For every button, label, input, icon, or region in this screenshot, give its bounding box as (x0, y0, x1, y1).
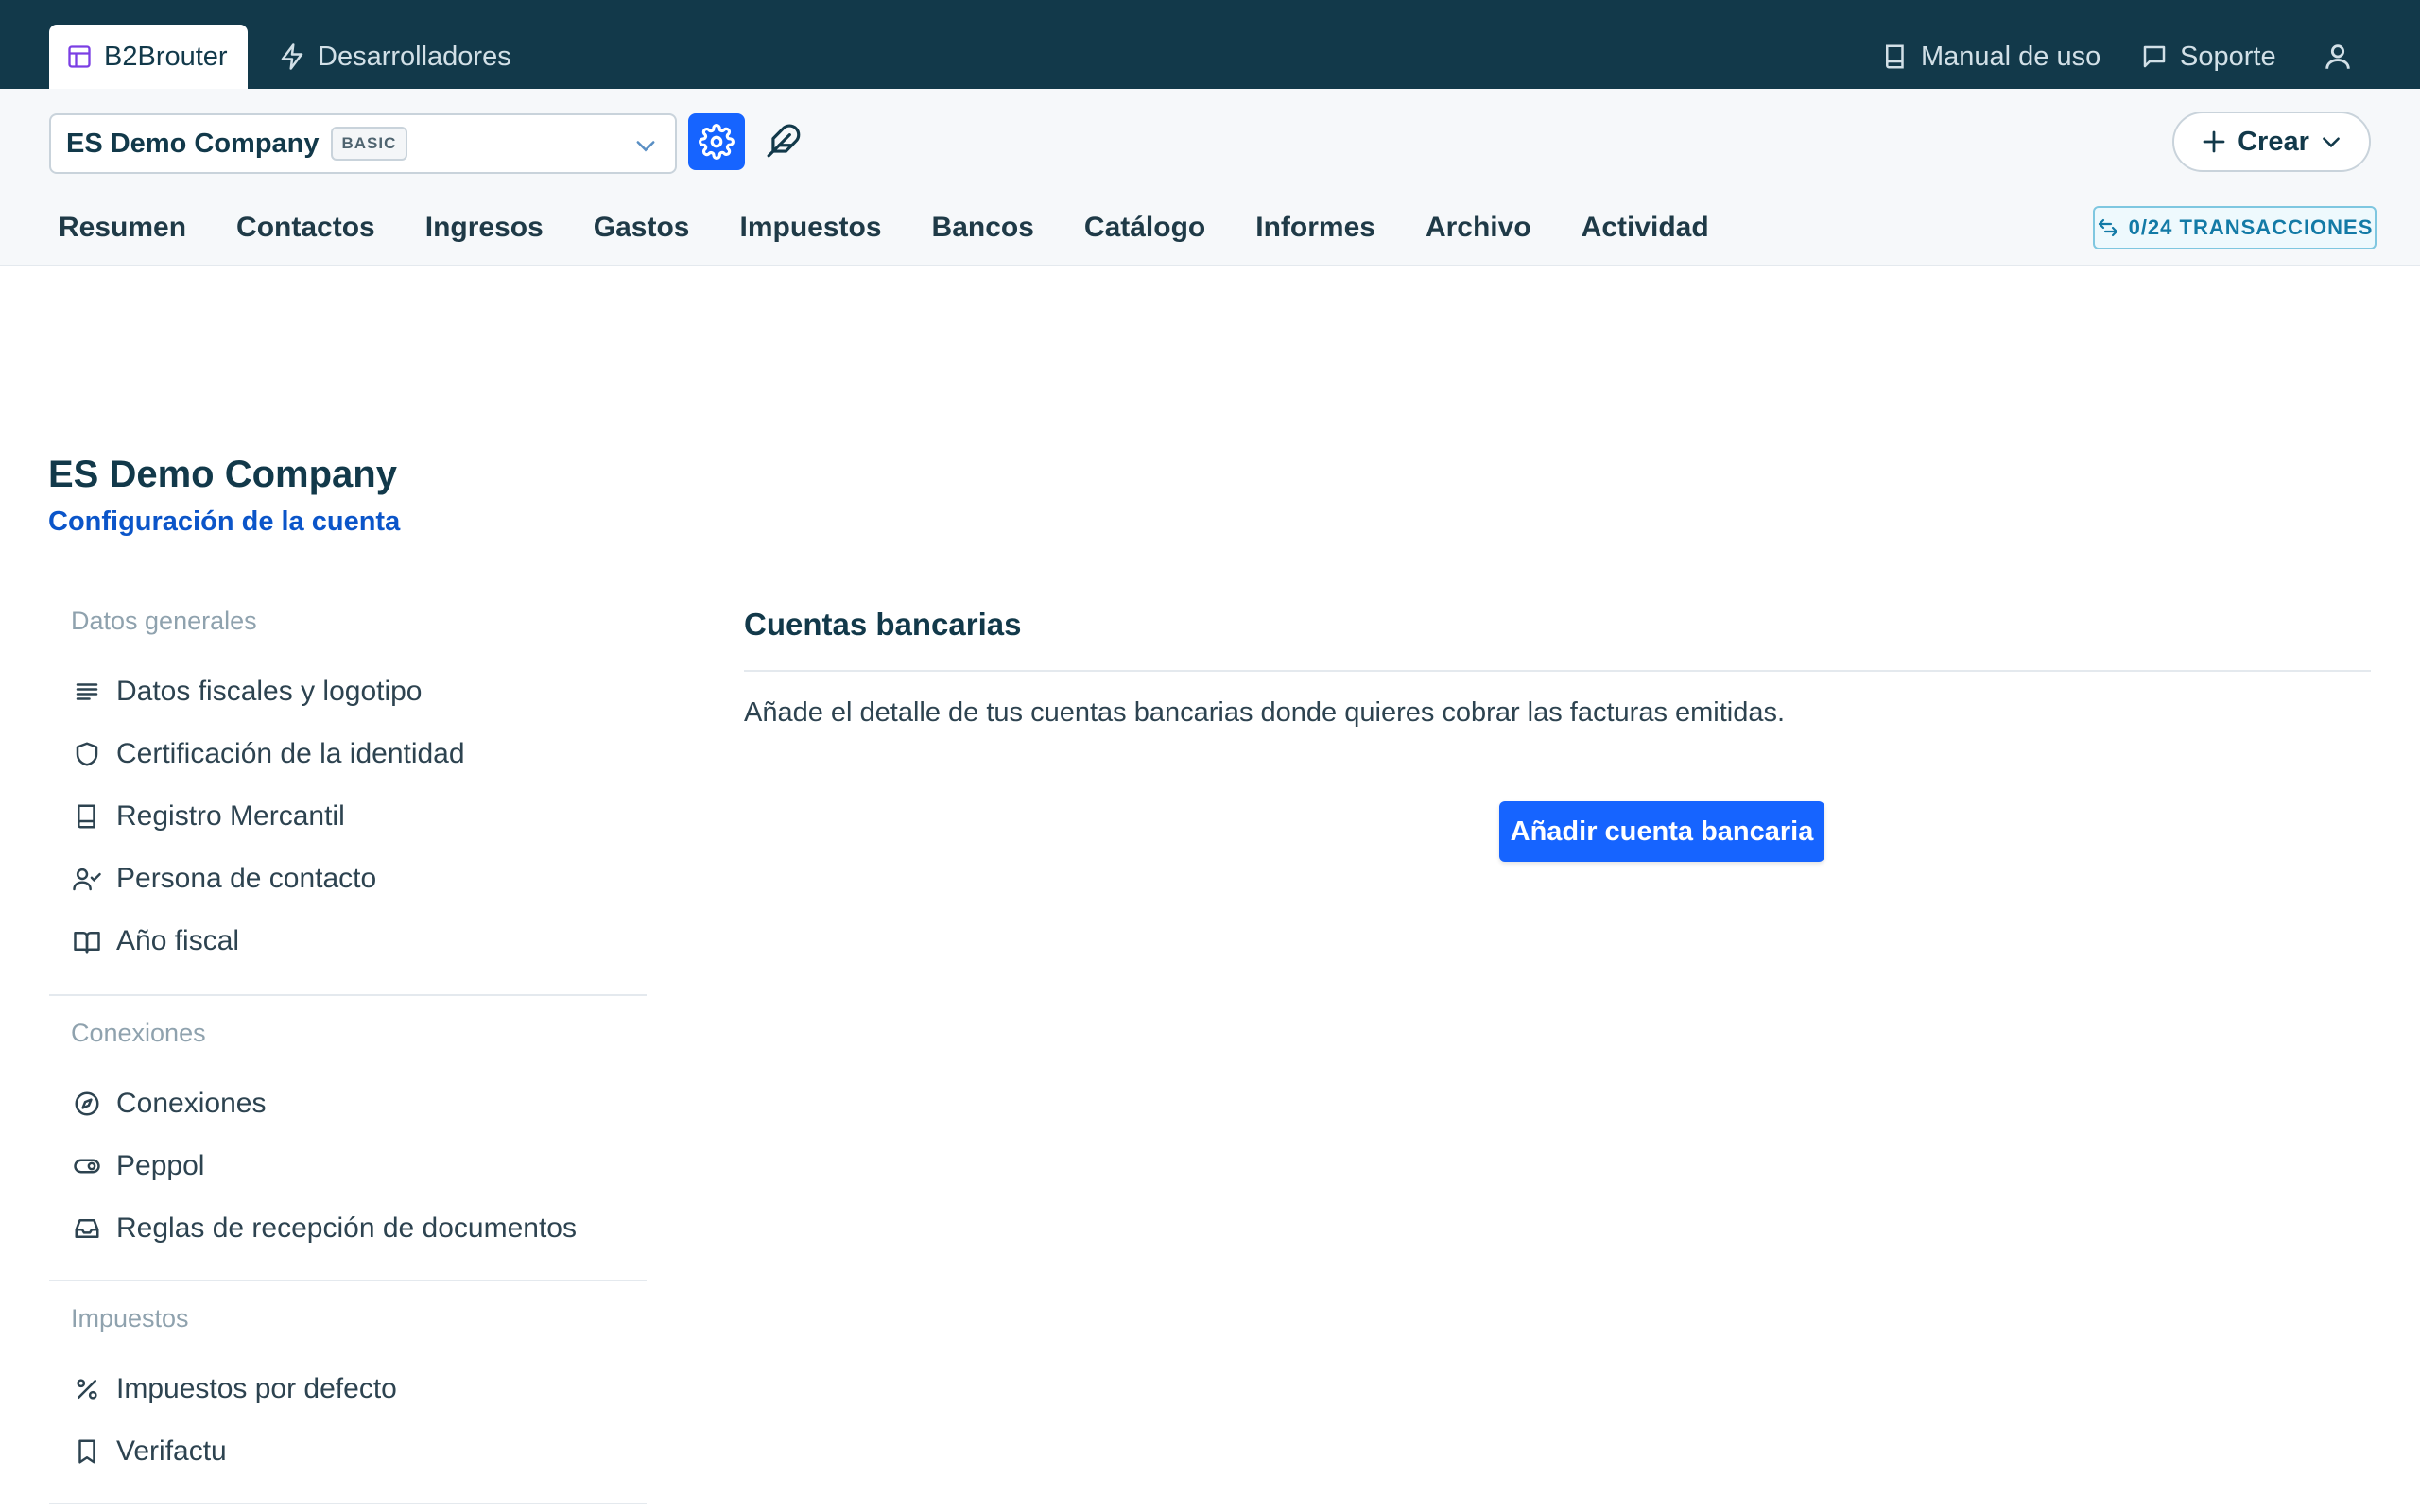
section-heading: Cuentas bancarias (744, 607, 1022, 642)
crear-label: Crear (2238, 126, 2309, 157)
nav-gastos[interactable]: Gastos (594, 212, 690, 244)
tab-label: Desarrolladores (318, 41, 511, 72)
section-description: Añade el detalle de tus cuentas bancaria… (744, 697, 1786, 728)
nav-resumen[interactable]: Resumen (59, 212, 186, 244)
compass-icon (71, 1088, 103, 1120)
open-book-icon (71, 925, 103, 957)
nav-bancos[interactable]: Bancos (932, 212, 1034, 244)
main-nav: Resumen Contactos Ingresos Gastos Impues… (59, 212, 1709, 244)
transactions-badge[interactable]: 0/24 TRANSACCIONES (2093, 206, 2377, 249)
nav-ingresos[interactable]: Ingresos (425, 212, 544, 244)
section-divider (49, 1503, 647, 1504)
add-bank-account-button[interactable]: Añadir cuenta bancaria (1499, 801, 1824, 862)
sidebar-item-verifactu[interactable]: Verifactu (71, 1431, 227, 1472)
shield-icon (71, 738, 103, 770)
chat-icon (2140, 43, 2169, 71)
nav-actividad[interactable]: Actividad (1582, 212, 1709, 244)
sidebar-item-peppol[interactable]: Peppol (71, 1145, 204, 1187)
sidebar-item-label: Certificación de la identidad (116, 738, 465, 769)
user-menu-button[interactable] (2322, 28, 2354, 85)
chevron-down-icon (631, 132, 660, 159)
page-title: ES Demo Company (48, 454, 397, 495)
sidebar-item-label: Impuestos por defecto (116, 1373, 397, 1404)
bookmark-icon (71, 1435, 103, 1468)
sidebar-item-label: Reglas de recepción de documentos (116, 1212, 577, 1244)
manual-label: Manual de uso (1921, 41, 2101, 72)
sidebar-item-label: Persona de contacto (116, 863, 377, 894)
nav-catalogo[interactable]: Catálogo (1084, 212, 1205, 244)
feather-icon (766, 123, 802, 159)
chevron-down-icon (2319, 129, 2343, 154)
sidebar-item-datos-fiscales[interactable]: Datos fiscales y logotipo (71, 671, 423, 713)
sidebar-item-label: Peppol (116, 1150, 205, 1181)
nav-informes[interactable]: Informes (1255, 212, 1375, 244)
section-title-datos-generales: Datos generales (71, 607, 257, 635)
heading-divider (744, 670, 2371, 672)
soporte-link[interactable]: Soporte (2140, 28, 2276, 85)
page-subtitle[interactable]: Configuración de la cuenta (48, 507, 400, 538)
percent-icon (71, 1373, 103, 1405)
sidebar-item-label: Datos fiscales y logotipo (116, 676, 423, 707)
lightning-icon (278, 43, 306, 71)
company-selector[interactable]: ES Demo Company BASIC (49, 113, 677, 174)
sidebar-item-registro-mercantil[interactable]: Registro Mercantil (71, 796, 345, 837)
company-name: ES Demo Company (66, 128, 320, 159)
top-bar: B2Brouter Desarrolladores Manual de uso … (0, 0, 2420, 89)
inbox-icon (71, 1212, 103, 1245)
arrows-exchange-icon (2097, 216, 2119, 239)
nav-contactos[interactable]: Contactos (236, 212, 375, 244)
nav-impuestos[interactable]: Impuestos (740, 212, 882, 244)
user-icon (2322, 41, 2354, 73)
sidebar-item-label: Conexiones (116, 1088, 267, 1119)
gear-icon (699, 124, 735, 160)
sidebar-item-conexiones[interactable]: Conexiones (71, 1083, 266, 1125)
tab-b2brouter[interactable]: B2Brouter (49, 25, 248, 89)
lines-icon (71, 676, 103, 708)
plan-badge: BASIC (330, 127, 408, 161)
settings-button[interactable] (688, 113, 745, 170)
sidebar-item-label: Verifactu (116, 1435, 227, 1467)
book-icon (1881, 43, 1910, 71)
section-divider (49, 994, 647, 996)
plus-icon (2200, 128, 2228, 156)
sidebar-item-label: Año fiscal (116, 925, 240, 956)
tab-label: B2Brouter (104, 41, 228, 72)
section-title-conexiones: Conexiones (71, 1019, 206, 1047)
nav-archivo[interactable]: Archivo (1426, 212, 1531, 244)
soporte-label: Soporte (2180, 41, 2276, 72)
manual-link[interactable]: Manual de uso (1881, 28, 2100, 85)
crear-button[interactable]: Crear (2172, 112, 2371, 172)
feather-button[interactable] (760, 117, 807, 164)
transactions-label: 0/24 TRANSACCIONES (2128, 215, 2374, 239)
sidebar-item-label: Registro Mercantil (116, 800, 345, 832)
sidebar-item-certificacion[interactable]: Certificación de la identidad (71, 733, 465, 775)
company-header: ES Demo Company BASIC Crear Resumen Cont… (0, 89, 2420, 266)
user-check-icon (71, 863, 103, 895)
tab-desarrolladores[interactable]: Desarrolladores (278, 25, 511, 89)
layout-icon (66, 43, 93, 70)
sidebar-item-persona-contacto[interactable]: Persona de contacto (71, 858, 376, 900)
toggle-icon (71, 1150, 103, 1182)
section-title-impuestos: Impuestos (71, 1304, 189, 1332)
sidebar-item-reglas-recepcion[interactable]: Reglas de recepción de documentos (71, 1208, 577, 1249)
sidebar-item-ano-fiscal[interactable]: Año fiscal (71, 920, 239, 962)
sidebar-item-impuestos-defecto[interactable]: Impuestos por defecto (71, 1368, 397, 1410)
section-divider (49, 1280, 647, 1281)
book-icon (71, 800, 103, 833)
